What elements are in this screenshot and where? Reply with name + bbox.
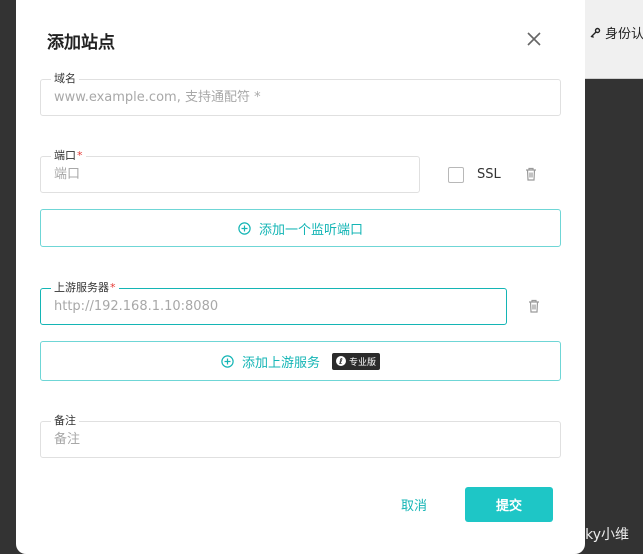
close-icon[interactable] (524, 29, 544, 49)
ssl-label: SSL (477, 167, 501, 182)
add-site-dialog: 添加站点 域名 端口* SSL 添加一个监听端口 上游服务器* (16, 0, 585, 554)
key-icon (590, 27, 601, 38)
watermark: CSDN @Lucky小维 (502, 527, 629, 543)
ssl-checkbox[interactable] (448, 167, 464, 183)
pro-edition-badge: ℓ 专业版 (332, 352, 381, 370)
background-auth-label: 身份认 (605, 27, 643, 42)
dialog-title: 添加站点 (47, 33, 115, 53)
pro-badge-label: 专业版 (349, 357, 377, 368)
port-field: 端口* (40, 149, 420, 193)
domain-field: 域名 (40, 72, 561, 116)
cancel-button[interactable]: 取消 (384, 487, 444, 521)
background-auth-item: 身份认 (589, 23, 643, 42)
submit-button[interactable]: 提交 (465, 487, 553, 522)
add-upstream-button[interactable]: 添加上游服务 ℓ 专业版 (40, 341, 561, 381)
port-input[interactable] (54, 157, 406, 192)
plus-circle-icon (238, 221, 251, 235)
remark-field: 备注 (40, 414, 561, 458)
lucky-logo-icon: ℓ (336, 356, 346, 366)
delete-port-icon[interactable] (523, 166, 539, 182)
upstream-input[interactable] (54, 289, 493, 324)
plus-circle-icon (221, 354, 234, 368)
add-port-button[interactable]: 添加一个监听端口 (40, 209, 561, 247)
add-port-label: 添加一个监听端口 (258, 222, 363, 238)
delete-upstream-icon[interactable] (526, 298, 542, 314)
add-upstream-label: 添加上游服务 (241, 355, 320, 371)
upstream-field: 上游服务器* (40, 281, 507, 325)
domain-input[interactable] (54, 80, 547, 115)
background-page-header: 身份认 (585, 0, 643, 79)
remark-input[interactable] (54, 422, 547, 457)
